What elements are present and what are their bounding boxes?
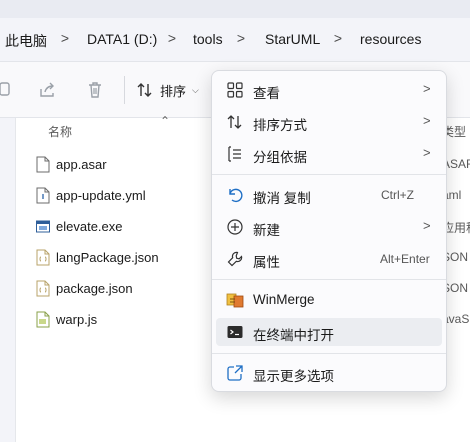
group-by-icon [228,146,241,162]
view-grid-icon [227,82,243,98]
menu-item-label: 查看 [253,86,280,101]
breadcrumb-separator-icon[interactable]: > [60,30,70,46]
menu-divider [212,353,446,354]
chevron-right-icon: > [423,218,431,233]
file-row-package-json[interactable]: package.json [36,278,133,298]
sort-label: 排序 [160,83,187,99]
menu-item-properties[interactable]: 属性 Alt+Enter [216,245,442,273]
breadcrumb-item-drive[interactable]: DATA1 (D:) [87,31,157,47]
menu-item-label: 属性 [253,255,280,270]
sort-icon [227,115,242,129]
menu-item-label: 显示更多选项 [253,369,334,384]
file-name: package.json [56,280,133,296]
menu-item-label: 分组依据 [253,150,307,165]
chevron-down-icon: ⌵ [192,84,199,95]
menu-divider [212,174,446,175]
breadcrumb-separator-icon[interactable]: > [167,30,177,46]
chevron-right-icon: > [423,145,431,160]
menu-item-view[interactable]: 查看 > [216,76,442,104]
winmerge-icon [226,293,244,308]
file-name: app.asar [56,156,107,172]
sort-ascending-icon: ⌃ [160,114,171,128]
file-name: warp.js [56,311,98,327]
breadcrumb: 此电脑 > DATA1 (D:) > tools > StarUML > res… [0,18,470,62]
menu-divider [212,279,446,280]
chevron-right-icon: > [423,113,431,128]
exe-file-icon [36,220,50,232]
file-name: langPackage.json [56,249,159,265]
menu-item-open-in-terminal[interactable]: 在终端中打开 [216,318,442,346]
menu-item-label: 新建 [253,223,280,238]
file-row-warp-js[interactable]: warp.js [36,309,97,329]
breadcrumb-item-this-pc[interactable]: 此电脑 [5,31,47,51]
menu-item-undo-copy[interactable]: 撤消 复制 Ctrl+Z [216,181,442,209]
menu-item-sort-by[interactable]: 排序方式 > [216,108,442,136]
new-icon [227,219,243,235]
menu-item-shortcut: Ctrl+Z [381,188,414,202]
toolbar-divider [124,76,125,104]
context-menu: 查看 > 排序方式 > 分组依据 > 撤消 复制 Ctrl+Z 新建 > 属性 … [211,70,447,392]
delete-icon[interactable] [85,80,105,100]
json-file-icon [36,249,50,265]
breadcrumb-item-tools[interactable]: tools [193,31,223,47]
file-name: app-update.yml [56,187,146,203]
breadcrumb-separator-icon[interactable]: > [333,30,343,46]
sort-icon [137,83,152,97]
copy-icon[interactable] [0,80,14,100]
more-options-icon [227,365,243,381]
navigation-pane-edge [0,118,16,442]
breadcrumb-item-resources[interactable]: resources [360,31,421,47]
column-header-name[interactable]: 名称 [48,123,72,140]
menu-item-winmerge[interactable]: WinMerge [216,286,442,314]
wrench-icon [227,251,243,267]
menu-item-show-more-options[interactable]: 显示更多选项 [216,359,442,387]
js-file-icon [36,311,50,327]
file-row-app-asar[interactable]: app.asar [36,154,107,174]
menu-item-group-by[interactable]: 分组依据 > [216,140,442,168]
info-file-icon [36,187,50,203]
chevron-right-icon: > [423,81,431,96]
menu-item-new[interactable]: 新建 > [216,213,442,241]
json-file-icon [36,280,50,296]
file-row-langpackage-json[interactable]: langPackage.json [36,247,159,267]
terminal-icon [227,326,243,338]
breadcrumb-separator-icon[interactable]: > [236,30,246,46]
undo-icon [229,188,243,203]
menu-item-label: 撤消 复制 [253,191,311,206]
file-row-app-update-yml[interactable]: app-update.yml [36,185,146,205]
blank-file-icon [36,156,50,172]
file-row-elevate-exe[interactable]: elevate.exe [36,216,123,236]
menu-item-label: WinMerge [253,292,315,307]
menu-item-shortcut: Alt+Enter [380,252,430,266]
sort-button[interactable]: 排序 ⌵ [136,79,199,101]
share-icon[interactable] [37,80,57,100]
menu-item-label: 在终端中打开 [253,328,334,343]
title-strip [0,0,470,18]
file-name: elevate.exe [56,218,123,234]
breadcrumb-item-staruml[interactable]: StarUML [265,31,320,47]
menu-item-label: 排序方式 [253,118,307,133]
